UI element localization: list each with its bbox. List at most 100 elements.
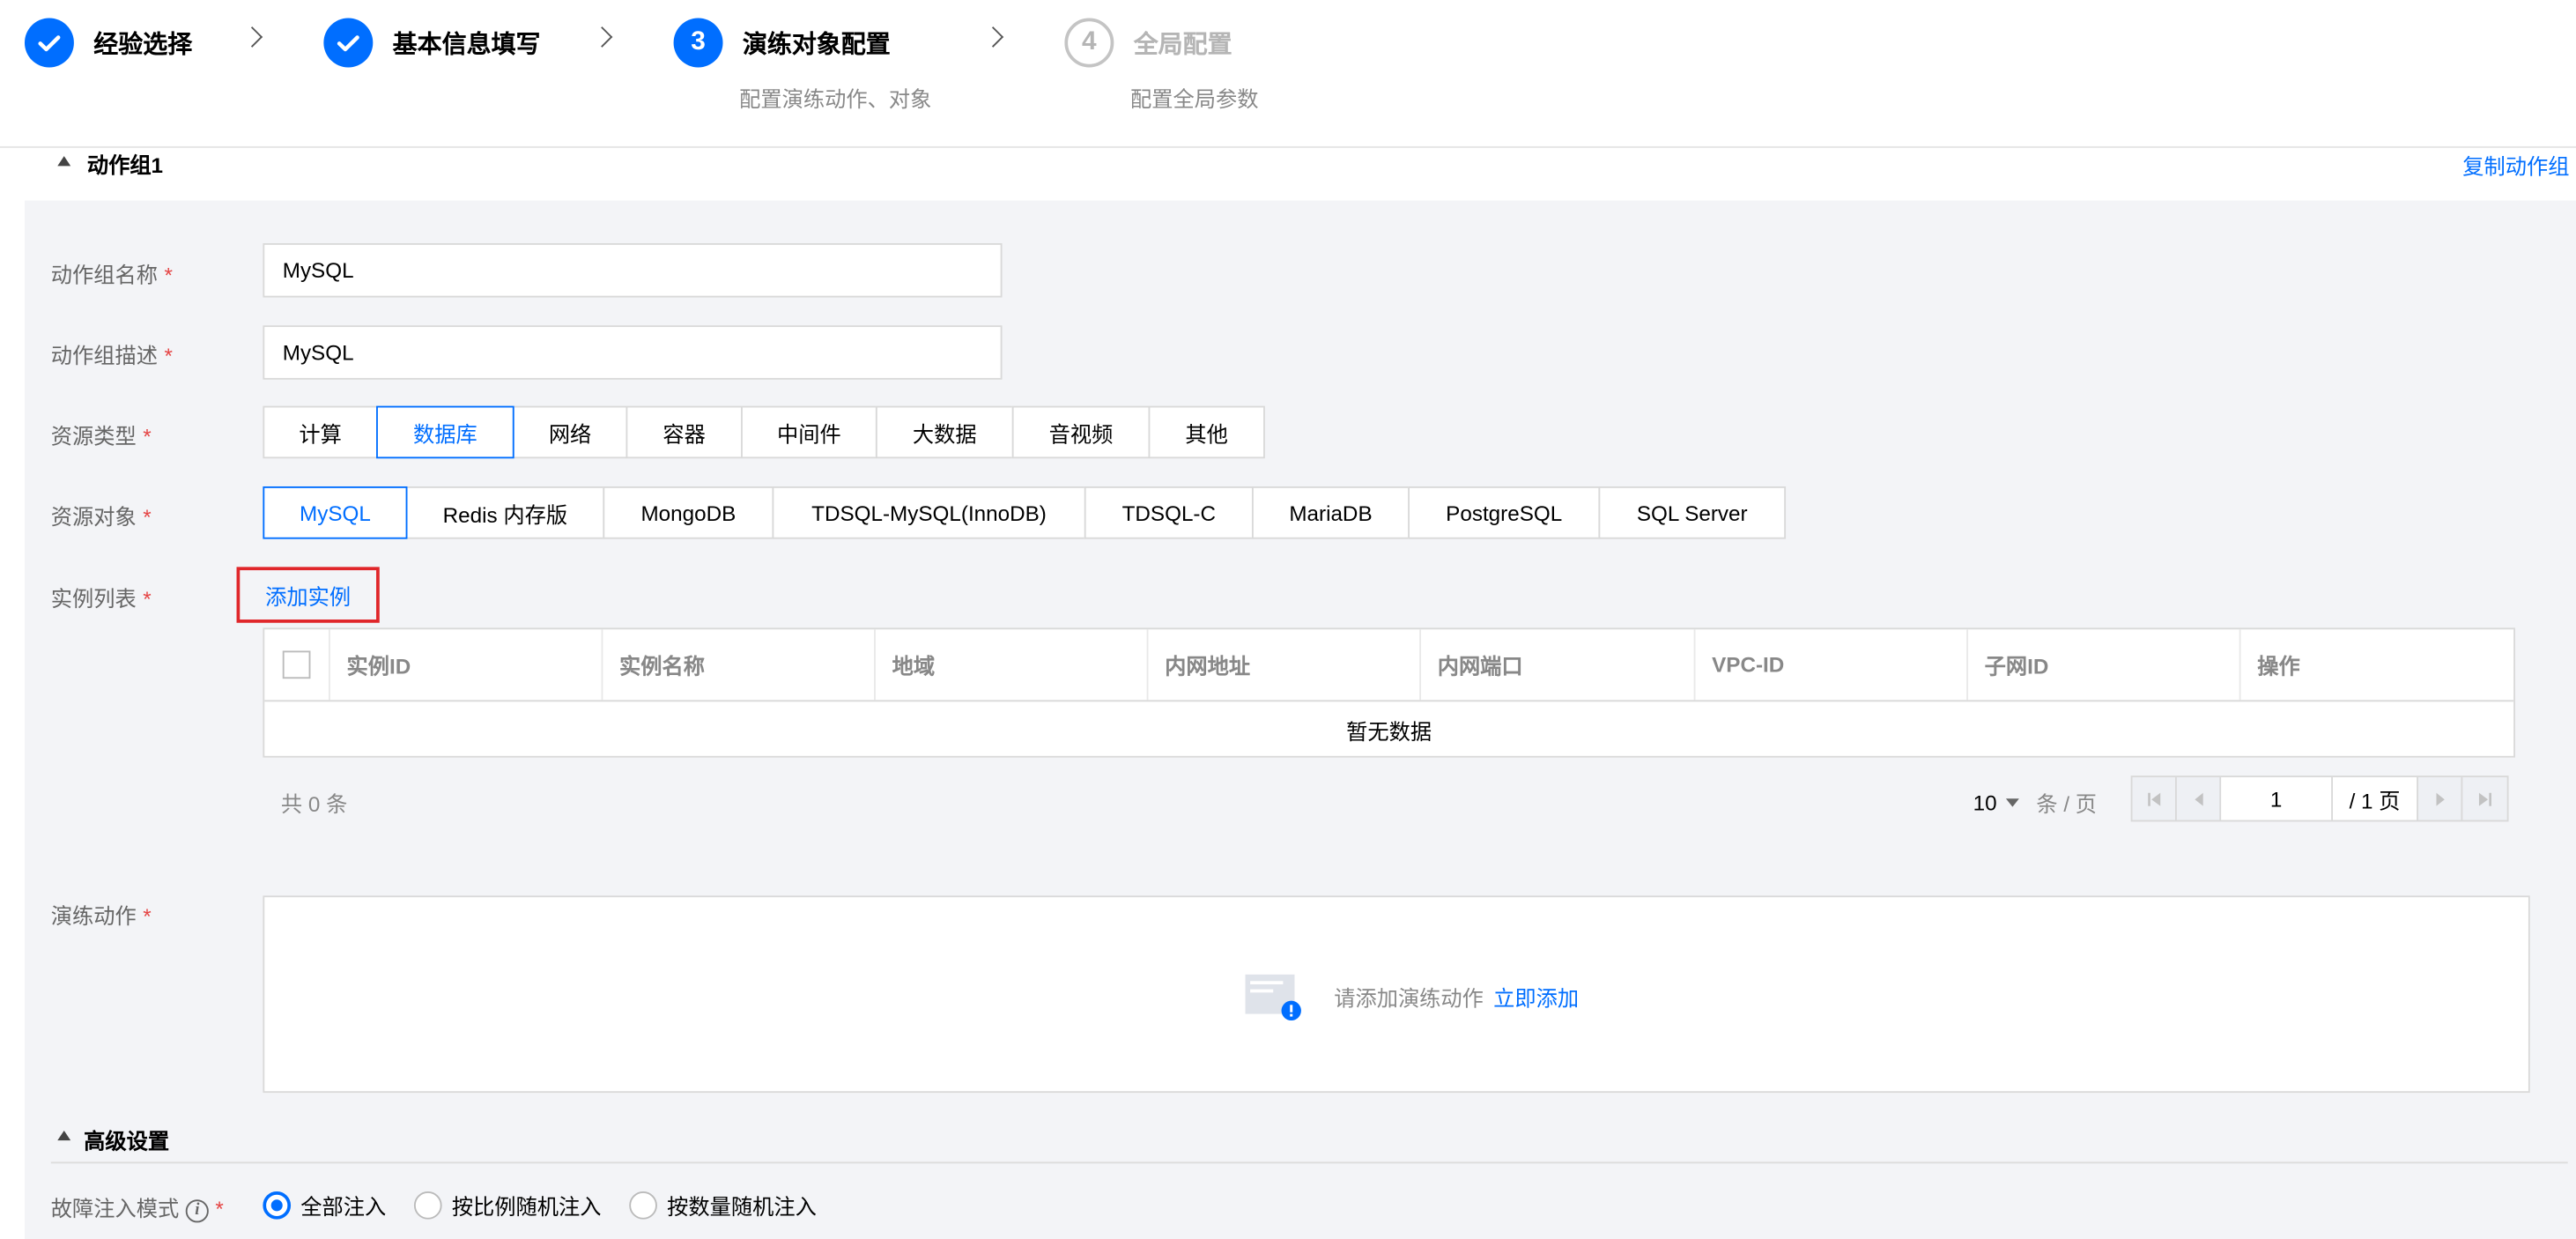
select-all-checkbox[interactable]	[282, 650, 311, 679]
group-name-label: 动作组名称 *	[51, 258, 173, 289]
step-4-number: 4	[1064, 18, 1114, 68]
column-header-private-ip[interactable]: 内网地址	[1146, 629, 1420, 701]
info-icon[interactable]: i	[185, 1198, 209, 1222]
table-header: 实例ID 实例名称 地域 内网地址 内网端口 VPC-ID 子网ID 操作	[264, 629, 2514, 702]
resource-object-postgresql[interactable]: PostgreSQL	[1408, 486, 1601, 539]
step-3-subtitle: 配置演练动作、对象	[739, 86, 932, 112]
required-mark: *	[143, 903, 152, 929]
resource-type-bigdata[interactable]: 大数据	[875, 405, 1014, 459]
required-mark: *	[143, 504, 152, 530]
column-header-instance-id[interactable]: 实例ID	[328, 629, 602, 701]
instance-table: 实例ID 实例名称 地域 内网地址 内网端口 VPC-ID 子网ID 操作 暂无…	[263, 627, 2516, 758]
resource-object-tdsql-mysql[interactable]: TDSQL-MySQL(InnoDB)	[772, 486, 1086, 539]
page-number-input[interactable]	[2221, 777, 2334, 820]
drill-actions-empty-text: 请添加演练动作	[1334, 985, 1484, 1011]
resource-type-label: 资源类型 *	[51, 419, 152, 450]
drill-actions-empty: 请添加演练动作 立即添加	[1334, 981, 1579, 1012]
page-root: 经验选择 基本信息填写 3 演练对象配置 配置演练动作、对象 4 全局配置 配置…	[0, 0, 2576, 1239]
advanced-divider	[50, 1161, 2568, 1164]
step-2-label: 基本信息填写	[392, 30, 541, 59]
required-mark: *	[164, 343, 173, 368]
total-pages-text: / 1 页	[2333, 777, 2418, 820]
resource-type-container[interactable]: 容器	[625, 405, 743, 459]
resource-type-network[interactable]: 网络	[512, 405, 628, 459]
instance-list-label-text: 实例列表	[50, 586, 137, 612]
resource-object-mariadb[interactable]: MariaDB	[1251, 486, 1410, 539]
advanced-settings-title: 高级设置	[84, 1129, 170, 1154]
drill-actions-label-text: 演练动作	[50, 903, 137, 929]
step-2[interactable]: 基本信息填写	[323, 18, 541, 68]
advanced-collapse-caret-icon[interactable]	[57, 1130, 71, 1141]
column-header-subnet-id[interactable]: 子网ID	[1966, 629, 2239, 701]
last-page-icon[interactable]	[2462, 777, 2506, 820]
resource-type-compute[interactable]: 计算	[263, 405, 378, 459]
group-name-label-text: 动作组名称	[50, 263, 159, 288]
resource-type-database[interactable]: 数据库	[376, 405, 514, 459]
table-empty-row: 暂无数据	[1346, 718, 1432, 744]
required-mark: *	[164, 263, 173, 288]
injection-mode-label-text: 故障注入模式	[50, 1196, 180, 1221]
first-page-icon[interactable]	[2133, 777, 2177, 820]
add-drill-action-link[interactable]: 立即添加	[1493, 986, 1579, 1011]
resource-type-middleware[interactable]: 中间件	[741, 405, 877, 459]
resource-type-media[interactable]: 音视频	[1011, 405, 1151, 459]
injection-mode-label: 故障注入模式 i *	[51, 1191, 224, 1222]
action-group-header: 动作组1 复制动作组	[0, 148, 2576, 201]
resource-type-label-text: 资源类型	[50, 424, 137, 449]
pagination-controls: / 1 页	[2130, 775, 2509, 822]
radio-ratio-injection[interactable]: 按比例随机注入	[413, 1190, 602, 1220]
action-group-title: 动作组1	[86, 152, 164, 178]
radio-button[interactable]	[629, 1191, 657, 1220]
chevron-down-icon	[2006, 798, 2020, 807]
step-1[interactable]: 经验选择	[24, 18, 193, 68]
step-3-number: 3	[673, 18, 723, 68]
step-4-label: 全局配置	[1133, 30, 1232, 59]
resource-object-selector: MySQL Redis 内存版 MongoDB TDSQL-MySQL(Inno…	[263, 486, 1787, 539]
per-page-text: 条 / 页	[2036, 791, 2098, 817]
step-3[interactable]: 3 演练对象配置	[673, 18, 891, 68]
resource-type-other[interactable]: 其他	[1148, 405, 1265, 459]
radio-all-injection[interactable]: 全部注入	[263, 1190, 386, 1220]
group-desc-input[interactable]	[263, 325, 1003, 380]
resource-object-label-text: 资源对象	[50, 504, 137, 530]
chevron-right-icon	[982, 26, 1004, 48]
prev-page-icon[interactable]	[2177, 777, 2222, 820]
resource-type-selector: 计算 数据库 网络 容器 中间件 大数据 音视频 其他	[263, 405, 1265, 459]
resource-object-label: 资源对象 *	[51, 500, 152, 530]
instance-list-label: 实例列表 *	[51, 582, 152, 612]
column-header-operation[interactable]: 操作	[2239, 629, 2513, 701]
add-instance-button[interactable]: 添加实例	[236, 567, 380, 623]
empty-document-icon	[1244, 971, 1303, 1032]
required-mark: *	[143, 586, 152, 612]
step-4[interactable]: 4 全局配置	[1064, 18, 1232, 68]
next-page-icon[interactable]	[2418, 777, 2463, 820]
column-header-region[interactable]: 地域	[874, 629, 1147, 701]
radio-count-injection[interactable]: 按数量随机注入	[629, 1190, 817, 1220]
page-size-value: 10	[1973, 790, 1997, 815]
column-header-instance-name[interactable]: 实例名称	[601, 629, 875, 701]
resource-object-mongodb[interactable]: MongoDB	[603, 486, 774, 539]
column-header-private-port[interactable]: 内网端口	[1419, 629, 1693, 701]
required-mark: *	[215, 1196, 224, 1221]
resource-object-mysql[interactable]: MySQL	[263, 486, 408, 539]
copy-action-group-link[interactable]: 复制动作组	[2462, 150, 2569, 181]
resource-object-redis[interactable]: Redis 内存版	[405, 486, 605, 539]
radio-label: 按比例随机注入	[451, 1194, 602, 1220]
column-header-vpc-id[interactable]: VPC-ID	[1693, 629, 1967, 701]
resource-object-sqlserver[interactable]: SQL Server	[1598, 486, 1787, 539]
drill-actions-label: 演练动作 *	[51, 899, 152, 930]
radio-button[interactable]	[263, 1191, 292, 1220]
radio-label: 全部注入	[300, 1194, 387, 1220]
group-name-input[interactable]	[263, 242, 1003, 298]
check-icon	[24, 18, 74, 68]
radio-label: 按数量随机注入	[667, 1194, 817, 1220]
group-desc-label: 动作组描述 *	[51, 338, 173, 369]
chevron-right-icon	[591, 26, 613, 48]
page-size-selector[interactable]: 10 条 / 页	[1973, 787, 2097, 818]
resource-object-tdsql-c[interactable]: TDSQL-C	[1084, 486, 1254, 539]
chevron-right-icon	[241, 26, 263, 48]
required-mark: *	[143, 424, 152, 449]
radio-button[interactable]	[413, 1191, 442, 1220]
collapse-caret-icon[interactable]	[57, 156, 71, 167]
step-1-label: 经验选择	[93, 30, 193, 59]
